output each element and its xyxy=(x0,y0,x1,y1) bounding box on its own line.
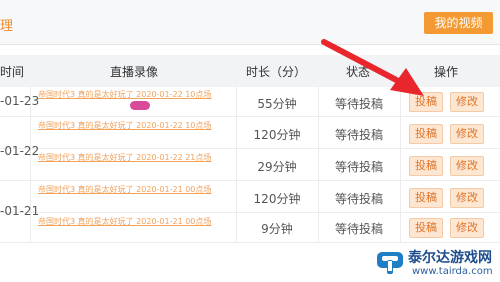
status-cell: 等待投稿 xyxy=(334,160,383,174)
edit-button[interactable]: 修改 xyxy=(450,124,484,144)
col-header-actions: 操作 xyxy=(434,65,459,79)
tairda-logo-icon xyxy=(377,252,403,274)
submit-button[interactable]: 投稿 xyxy=(409,218,443,238)
recording-link[interactable]: 帝国时代3 真的是太好玩了 2020-01-22 10点场 xyxy=(38,89,234,100)
column-divider xyxy=(400,87,401,242)
submit-button[interactable]: 投稿 xyxy=(409,124,443,144)
duration-cell: 120分钟 xyxy=(253,128,301,142)
col-header-duration: 时长（分） xyxy=(246,65,307,79)
column-divider xyxy=(30,87,31,242)
row-date: -01-23 xyxy=(0,94,40,108)
edit-button[interactable]: 修改 xyxy=(450,188,484,208)
row-date: -01-21 xyxy=(0,204,40,218)
submit-button[interactable]: 投稿 xyxy=(409,188,443,208)
red-arrow-pointer xyxy=(321,39,424,96)
recording-link[interactable]: 帝国时代3 真的是太好玩了 2020-01-22 10点场 xyxy=(38,120,234,131)
recording-link[interactable]: 帝国时代3 真的是太好玩了 2020-01-21 00点场 xyxy=(38,184,234,195)
duration-cell: 29分钟 xyxy=(257,160,297,174)
duration-cell: 55分钟 xyxy=(257,97,297,111)
watermark-url: www.tairda.com xyxy=(412,266,493,277)
my-video-button[interactable]: 我的视频 xyxy=(424,12,493,34)
site-watermark: 泰尔达游戏网 www.tairda.com xyxy=(372,244,500,282)
watermark-name: 泰尔达游戏网 xyxy=(408,250,492,266)
edit-button[interactable]: 修改 xyxy=(450,218,484,238)
status-cell: 等待投稿 xyxy=(334,128,383,142)
recording-link[interactable]: 帝国时代3 真的是太好玩了 2020-01-21 00点场 xyxy=(38,216,234,227)
page-crumb: 理 xyxy=(0,19,14,34)
edit-button[interactable]: 修改 xyxy=(450,156,484,176)
submit-button[interactable]: 投稿 xyxy=(409,156,443,176)
recording-link[interactable]: 帝国时代3 真的是太好玩了 2020-01-22 21点场 xyxy=(38,152,234,163)
row-date: -01-22 xyxy=(0,144,40,158)
status-cell: 等待投稿 xyxy=(334,192,383,206)
col-header-recording: 直播录像 xyxy=(110,65,159,79)
duration-cell: 120分钟 xyxy=(253,192,301,206)
status-cell: 等待投稿 xyxy=(334,222,383,236)
col-header-time: 时间 xyxy=(0,65,25,79)
live-tag xyxy=(130,101,150,110)
edit-button[interactable]: 修改 xyxy=(450,92,484,112)
video-manager-panel: 理 我的视频 时间 直播录像 时长（分） 状态 操作 -01-23 -01-22… xyxy=(0,0,500,282)
duration-cell: 9分钟 xyxy=(261,222,293,236)
